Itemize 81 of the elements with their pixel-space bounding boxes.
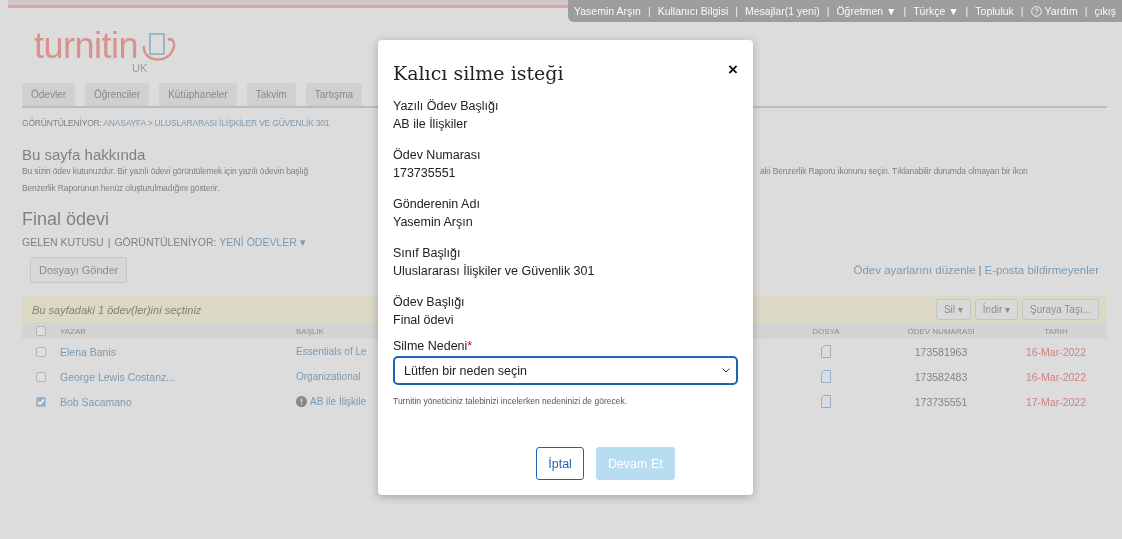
action-button[interactable]: İndir ▾ — [974, 299, 1019, 320]
field-value: Final ödevi — [393, 312, 454, 329]
table-cell: 173735551 — [914, 395, 968, 408]
section-heading: Bu sayfa hakkında — [22, 146, 146, 163]
nav-tab[interactable]: Ödevler — [22, 83, 75, 106]
nav-tab[interactable]: Kütüphaneler — [159, 83, 237, 106]
separator: | — [978, 264, 982, 276]
document-icon — [821, 370, 831, 383]
separator: | — [735, 5, 738, 17]
separator: | — [1084, 5, 1088, 17]
column-header: BAŞLIK — [296, 326, 325, 336]
field-value: 173735551 — [393, 165, 456, 182]
info-text: Bu sizin ödev kutunuzdur. Bir yazılı ödevi görüntülemek için yazılı ödevin başlığ — [22, 165, 308, 178]
reason-select[interactable]: Lütfen bir neden seçin — [393, 356, 738, 385]
field-value: AB ile İlişkiler — [393, 116, 468, 133]
field-label: Ödev Başlığı — [393, 294, 465, 311]
top-menu-link[interactable]: Yardım — [1030, 5, 1078, 17]
column-header: DOSYA — [811, 326, 841, 336]
checkbox[interactable] — [36, 396, 46, 407]
separator: | — [826, 5, 830, 17]
help-icon — [1030, 5, 1042, 17]
separator: | — [1020, 5, 1024, 17]
separator: | — [965, 5, 969, 17]
chevron-down-icon — [722, 368, 730, 373]
selection-text: Bu sayfadaki 1 ödev(ler)ini seçtiniz — [32, 303, 202, 316]
hint-text: Turnitin yöneticiniz talebinizi incelerken nedeninizi de görecek. — [393, 396, 628, 406]
nav-tab[interactable]: Tartışma — [305, 83, 363, 106]
table-cell: 173581963 — [914, 345, 968, 358]
checkbox[interactable] — [36, 326, 46, 336]
field-label: Ödev Numarası — [393, 147, 481, 164]
dialog-title: Kalıcı silme isteği — [393, 62, 564, 84]
title-link[interactable]: Organizational — [296, 371, 361, 382]
field-value: Uluslararası İlişkiler ve Güvenlik 301 — [393, 263, 595, 280]
action-button[interactable]: Şuraya Taşı... — [1022, 299, 1099, 320]
nav-tab[interactable]: Öğrenciler — [85, 83, 150, 106]
author-link[interactable]: Elena Banis — [60, 345, 117, 358]
separator: | — [647, 5, 651, 17]
column-header: ÖDEV NUMARASI — [906, 326, 976, 336]
settings-link[interactable]: Ödev ayarlarını düzenle — [853, 264, 976, 276]
title-link[interactable]: Essentials of Le — [296, 346, 367, 357]
info-text: Benzerlik Raporunun henüz oluşturulmadığını gösterir. — [22, 182, 220, 195]
assignment-title: Final ödevi — [22, 209, 110, 230]
table-cell: 173582483 — [914, 370, 968, 383]
document-icon — [821, 395, 831, 408]
info-text: aki Benzerlik Raporu ikonunu seçin. Tıklanabilir durumda olmayan bir ikon — [760, 165, 1028, 178]
submit-button[interactable]: Dosyayı Gönder — [30, 257, 128, 283]
top-menu-link[interactable]: çıkış — [1094, 5, 1116, 17]
top-menu-link[interactable]: Öğretmen ▼ — [836, 5, 897, 17]
filter-label: GÖRÜNTÜLENİYOR: YENİ ÖDEVLER ▾ — [114, 236, 306, 248]
author-link[interactable]: Bob Sacamano — [60, 395, 132, 408]
inbox-label: GELEN KUTUSU — [22, 236, 104, 248]
settings-link[interactable]: E-posta bildirmeyenler — [984, 264, 1099, 276]
close-button[interactable]: × — [728, 62, 738, 78]
separator: | — [903, 5, 907, 17]
cancel-button[interactable]: İptal — [536, 447, 584, 480]
action-button[interactable]: Sil ▾ — [935, 299, 971, 320]
document-icon — [821, 345, 831, 358]
date-cell: 17-Mar-2022 — [1025, 395, 1087, 408]
field-label: Sınıf Başlığı — [393, 245, 461, 262]
separator: | — [107, 236, 111, 248]
logo-region: UK — [132, 62, 148, 74]
top-menu-link[interactable]: Mesajlar(1 yeni) — [745, 5, 820, 17]
column-header: YAZAR — [60, 326, 88, 336]
author-link[interactable]: George Lewis Costanz... — [60, 370, 175, 383]
field-label: Yazılı Ödev Başlığı — [393, 98, 499, 115]
field-label: Gönderenin Adı — [393, 196, 480, 213]
date-cell: 16-Mar-2022 — [1025, 370, 1087, 383]
date-cell: 16-Mar-2022 — [1025, 345, 1087, 358]
top-menu-link[interactable]: Topluluk — [975, 5, 1014, 17]
checkbox[interactable] — [36, 371, 46, 382]
column-header: TARİH — [1043, 326, 1069, 336]
field-label: Silme Nedeni* — [393, 339, 473, 353]
nav-tab[interactable]: Takvim — [246, 83, 296, 106]
top-menu-link[interactable]: Kullanıcı Bilgisi — [657, 5, 729, 17]
check-icon — [37, 397, 45, 406]
breadcrumb: GÖRÜNTÜLENİYOR: ANASAYFA > ULUSLARARASI İLİŞKİLER VE GÜVENLİK 301 — [22, 118, 330, 128]
top-menu-link[interactable]: Türkçe ▼ — [913, 5, 959, 17]
checkbox[interactable] — [36, 346, 46, 357]
top-menu-link[interactable]: Yasemin Arşın — [574, 5, 641, 17]
field-value: Yasemin Arşın — [393, 214, 473, 231]
title-link[interactable]: AB ile İlişkile — [310, 396, 367, 407]
